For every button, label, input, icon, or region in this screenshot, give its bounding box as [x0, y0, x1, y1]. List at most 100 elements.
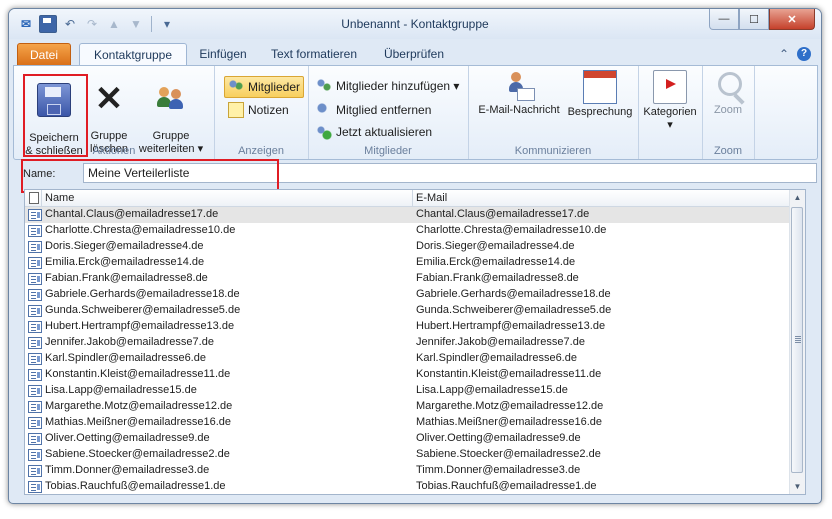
contact-card-icon — [28, 225, 42, 237]
member-name: Jennifer.Jakob@emailadresse7.de — [45, 336, 214, 348]
member-email: Jennifer.Jakob@emailadresse7.de — [416, 336, 585, 348]
group-anzeigen: Mitglieder Notizen Anzeigen — [214, 66, 309, 159]
highlight-name-field — [21, 159, 279, 193]
contact-card-icon — [28, 417, 42, 429]
table-row[interactable]: Gunda.Schweiberer@emailadresse5.de Gunda.… — [25, 303, 789, 319]
scroll-up-icon[interactable]: ▲ — [790, 190, 805, 205]
member-email: Chantal.Claus@emailadresse17.de — [416, 208, 590, 220]
table-row[interactable]: Sabiene.Stoecker@emailadresse2.de Sabiene… — [25, 447, 789, 463]
table-row[interactable]: Charlotte.Chresta@emailadresse10.de Charl… — [25, 223, 789, 239]
tab-kontaktgruppe[interactable]: Kontaktgruppe — [79, 43, 187, 67]
member-name: Tobias.Rauchfuß@emailadresse1.de — [45, 480, 226, 492]
table-row[interactable]: Jennifer.Jakob@emailadresse7.de Jennifer.… — [25, 335, 789, 351]
member-email: Tobias.Rauchfuß@emailadresse1.de — [416, 480, 597, 492]
remove-member-button[interactable]: Mitglied entfernen — [316, 100, 431, 120]
notes-view-label: Notizen — [248, 103, 289, 117]
contact-card-icon — [28, 465, 42, 477]
tab-ueberpruefen[interactable]: Überprüfen — [377, 43, 451, 65]
tab-datei[interactable]: Datei — [17, 43, 71, 67]
member-name: Lisa.Lapp@emailadresse15.de — [45, 384, 197, 396]
tab-einfuegen[interactable]: Einfügen — [193, 43, 253, 65]
table-row[interactable]: Mathias.Meißner@emailadresse16.de Mathias… — [25, 415, 789, 431]
categorize-label: Kategorien ▾ — [643, 106, 697, 131]
delete-icon: ✕ — [94, 80, 124, 118]
member-email: Oliver.Oetting@emailadresse9.de — [416, 432, 581, 444]
member-name: Sabiene.Stoecker@emailadresse2.de — [45, 448, 230, 460]
zoom-magnifier-icon — [712, 70, 744, 102]
members-list: Name E-Mail Chantal.Claus@emailadresse17… — [24, 189, 806, 495]
scroll-thumb[interactable] — [791, 207, 803, 473]
column-header-email[interactable]: E-Mail — [416, 191, 447, 205]
scroll-down-icon[interactable]: ▼ — [790, 479, 805, 494]
maximize-button[interactable]: ☐ — [739, 9, 769, 30]
table-row[interactable]: Doris.Sieger@emailadresse4.de Doris.Siege… — [25, 239, 789, 255]
delete-group-button[interactable]: ✕ Gruppe löschen — [84, 70, 134, 156]
members-icon — [228, 79, 244, 95]
meeting-calendar-icon — [583, 70, 617, 104]
member-name: Fabian.Frank@emailadresse8.de — [45, 272, 208, 284]
contact-card-icon — [28, 401, 42, 413]
add-members-label: Mitglieder hinzufügen ▾ — [336, 79, 460, 93]
table-row[interactable]: Chantal.Claus@emailadresse17.de Chantal.C… — [25, 207, 789, 223]
table-row[interactable]: Tobias.Rauchfuß@emailadresse1.de Tobias.R… — [25, 479, 789, 494]
member-name: Gabriele.Gerhards@emailadresse18.de — [45, 288, 240, 300]
column-header-name[interactable]: Name — [45, 191, 74, 205]
tab-text-formatieren[interactable]: Text formatieren — [263, 43, 365, 65]
member-email: Konstantin.Kleist@emailadresse11.de — [416, 368, 602, 380]
email-message-label: E-Mail-Nachricht — [478, 104, 560, 116]
member-email: Sabiene.Stoecker@emailadresse2.de — [416, 448, 601, 460]
member-name: Karl.Spindler@emailadresse6.de — [45, 352, 206, 364]
forward-group-icon — [155, 83, 187, 115]
minimize-ribbon-icon[interactable]: ⌃ — [779, 47, 789, 61]
update-now-button[interactable]: Jetzt aktualisieren — [316, 122, 432, 142]
ribbon: Speichern & schließen ✕ Gruppe löschen G… — [13, 65, 818, 160]
vertical-scrollbar[interactable]: ▲ ▼ — [789, 190, 805, 494]
help-icon[interactable]: ? — [797, 47, 811, 61]
email-message-button[interactable]: E-Mail-Nachricht — [474, 70, 564, 117]
remove-member-icon — [316, 102, 332, 118]
table-row[interactable]: Margarethe.Motz@emailadresse12.de Margare… — [25, 399, 789, 415]
close-button[interactable]: ✕ — [769, 9, 815, 30]
member-email: Lisa.Lapp@emailadresse15.de — [416, 384, 568, 396]
member-email: Charlotte.Chresta@emailadresse10.de — [416, 224, 607, 236]
table-row[interactable]: Timm.Donner@emailadresse3.de Timm.Donner@… — [25, 463, 789, 479]
table-row[interactable]: Gabriele.Gerhards@emailadresse18.de Gabri… — [25, 287, 789, 303]
member-name: Emilia.Erck@emailadresse14.de — [45, 256, 205, 268]
contact-card-icon — [28, 321, 42, 333]
group-aktionen: Speichern & schließen ✕ Gruppe löschen G… — [14, 66, 215, 159]
table-row[interactable]: Konstantin.Kleist@emailadresse11.de Konst… — [25, 367, 789, 383]
table-row[interactable]: Fabian.Frank@emailadresse8.de Fabian.Fran… — [25, 271, 789, 287]
name-field-area: Name: Meine Verteilerliste — [13, 159, 817, 193]
title-bar: ✉ ↶ ↷ ▲ ▼ ▾ Unbenannt - Kontaktgruppe — … — [9, 9, 821, 39]
member-name: Konstantin.Kleist@emailadresse11.de — [45, 368, 231, 380]
contact-card-icon — [28, 289, 42, 301]
member-email: Emilia.Erck@emailadresse14.de — [416, 256, 576, 268]
contact-card-icon — [28, 433, 42, 445]
table-row[interactable]: Oliver.Oetting@emailadresse9.de Oliver.Oe… — [25, 431, 789, 447]
notes-view-button[interactable]: Notizen — [228, 100, 289, 120]
zoom-button[interactable]: Zoom — [706, 70, 750, 117]
table-row[interactable]: Emilia.Erck@emailadresse14.de Emilia.Erck… — [25, 255, 789, 271]
members-view-button[interactable]: Mitglieder — [224, 76, 305, 98]
minimize-button[interactable]: — — [709, 9, 739, 30]
table-row[interactable]: Lisa.Lapp@emailadresse15.de Lisa.Lapp@ema… — [25, 383, 789, 399]
member-email: Timm.Donner@emailadresse3.de — [416, 464, 581, 476]
update-icon — [316, 124, 332, 140]
group-mitglieder: Mitglieder hinzufügen ▾ Mitglied entfern… — [308, 66, 469, 159]
forward-group-button[interactable]: Gruppe weiterleiten ▾ — [136, 70, 206, 156]
member-rows: Chantal.Claus@emailadresse17.de Chantal.C… — [25, 207, 789, 494]
column-separator[interactable] — [412, 190, 413, 206]
meeting-button[interactable]: Besprechung — [564, 70, 636, 119]
type-column-icon[interactable] — [29, 192, 39, 204]
notes-icon — [228, 102, 244, 118]
categorize-button[interactable]: Kategorien ▾ — [642, 70, 698, 132]
group-kategorien: Kategorien ▾ — [638, 66, 703, 159]
table-row[interactable]: Hubert.Hertrampf@emailadresse13.de Hubert… — [25, 319, 789, 335]
table-row[interactable]: Karl.Spindler@emailadresse6.de Karl.Spind… — [25, 351, 789, 367]
member-email: Karl.Spindler@emailadresse6.de — [416, 352, 577, 364]
zoom-button-label: Zoom — [713, 104, 743, 116]
group-label-kommunizieren: Kommunizieren — [514, 145, 592, 157]
add-members-button[interactable]: Mitglieder hinzufügen ▾ — [316, 76, 459, 96]
group-label-anzeigen: Anzeigen — [238, 145, 284, 157]
update-now-label: Jetzt aktualisieren — [336, 125, 433, 139]
